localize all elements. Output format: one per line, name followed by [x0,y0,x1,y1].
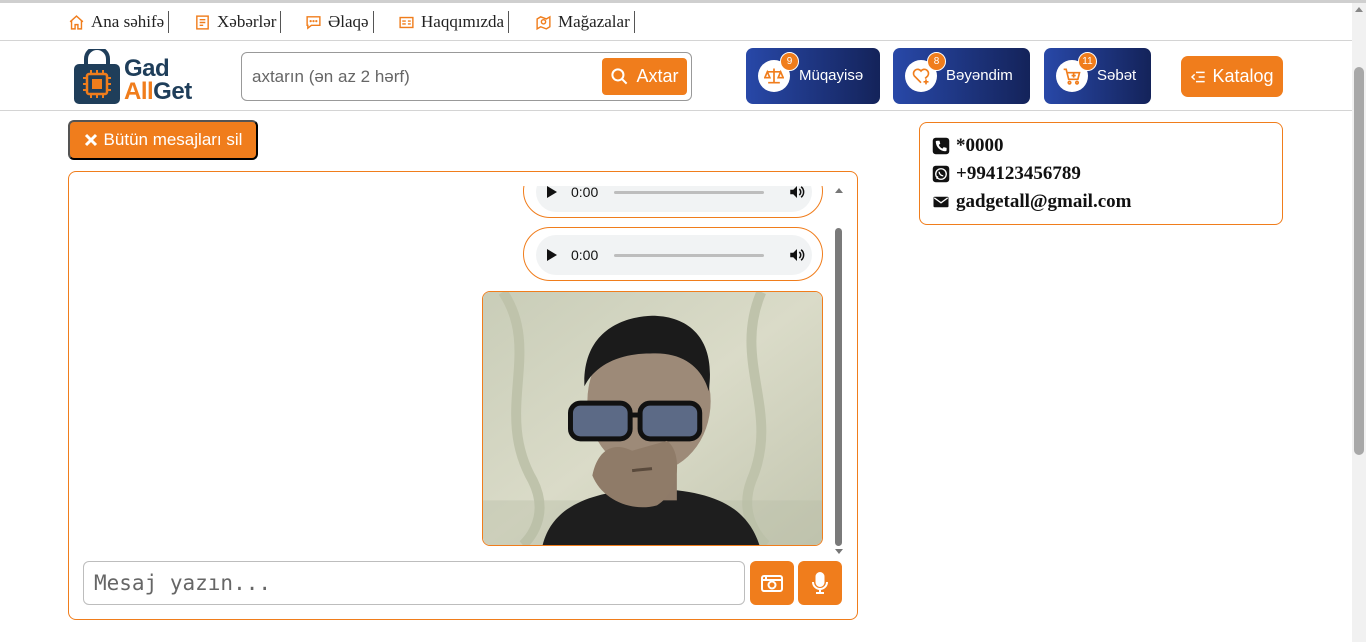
message-list-scrollbar[interactable] [834,186,844,556]
favorites-button-label: Bəyəndim [946,67,1013,84]
top-nav: Ana səhifə Xəbərlər Əlaqə Haqqımızda Mağ… [0,3,1352,41]
camera-button[interactable] [750,561,794,605]
menu-list-icon [1191,71,1206,82]
nav-item-home[interactable]: Ana səhifə [68,11,170,33]
volume-icon[interactable] [788,246,806,264]
page-scrollbar-thumb[interactable] [1354,67,1364,455]
nav-item-about[interactable]: Haqqımızda [398,11,510,33]
camera-icon [761,575,783,592]
audio-message: 0:00 [523,186,823,218]
play-icon[interactable] [547,186,557,198]
catalog-button-label: Katalog [1212,66,1274,86]
site-header: Gad AllGet Axtar 9 Müqayisə 8 Bəyəndim 1… [0,41,1352,111]
volume-icon[interactable] [788,186,806,201]
message-list[interactable]: 0:00 0:00 [69,186,844,556]
home-icon [69,14,84,30]
audio-time: 0:00 [571,247,599,263]
search-input[interactable] [252,63,592,91]
audio-time: 0:00 [571,186,599,200]
shopping-bag-chip-icon [74,49,120,104]
delete-all-messages-button[interactable]: Bütün mesajları sil [68,120,258,160]
cart-button-label: Səbət [1097,67,1137,84]
compare-button-label: Müqayisə [799,67,864,84]
image-message[interactable] [482,291,823,546]
email-address: gadgetall@gmail.com [956,191,1132,212]
audio-player[interactable]: 0:00 [536,235,812,275]
play-icon[interactable] [547,249,557,261]
nav-item-contact[interactable]: Əlaqə [305,11,374,33]
id-card-icon [399,16,414,28]
nav-item-label: Ana səhifə [91,12,165,31]
favorites-count-badge: 8 [927,52,946,71]
heart-plus-icon [912,68,930,85]
catalog-button[interactable]: Katalog [1181,56,1283,97]
cart-count-badge: 11 [1078,52,1097,71]
audio-progress-track[interactable] [614,191,764,194]
audio-progress-track[interactable] [614,254,764,257]
compare-count-badge: 9 [780,52,799,71]
microphone-button[interactable] [798,561,842,605]
search-icon [611,68,628,85]
nav-item-label: Mağazalar [558,12,630,31]
contact-phone[interactable]: *0000 [932,135,1004,157]
email-icon [933,196,949,208]
scale-icon [764,68,784,84]
chat-icon [306,15,321,30]
search-button-label: Axtar [636,66,679,86]
phone-icon [932,137,950,155]
audio-player[interactable]: 0:00 [536,186,812,212]
contact-info-box: *0000 +994123456789 gadgetall@gmail.com [919,122,1283,225]
close-icon [84,133,97,147]
contact-email[interactable]: gadgetall@gmail.com [932,191,1131,213]
microphone-icon [812,572,828,594]
search-button[interactable]: Axtar [602,58,687,95]
page-scrollbar[interactable] [1352,3,1366,642]
favorites-button[interactable]: 8 Bəyəndim [893,48,1030,104]
nav-item-label: Əlaqə [328,12,369,31]
news-icon [196,14,209,30]
search-bar: Axtar [241,52,692,101]
contact-whatsapp[interactable]: +994123456789 [932,163,1081,185]
delete-all-label: Bütün mesajları sil [103,130,243,149]
audio-message: 0:00 [523,227,823,281]
cart-icon [1063,68,1081,85]
scroll-down-arrow[interactable] [835,549,843,554]
compare-button[interactable]: 9 Müqayisə [746,48,880,104]
nav-item-stores[interactable]: Mağazalar [535,11,635,33]
whatsapp-icon [932,165,950,183]
phone-number: *0000 [956,135,1004,156]
nav-item-label: Xəbərlər [217,12,277,31]
cart-button[interactable]: 11 Səbət [1044,48,1151,104]
nav-item-label: Haqqımızda [421,12,505,31]
chat-window: 0:00 0:00 [68,171,858,620]
gadallget-logo[interactable]: Gad AllGet [72,49,202,107]
page-scroll-up-arrow[interactable] [1355,7,1363,12]
whatsapp-number: +994123456789 [956,163,1081,184]
nav-item-news[interactable]: Xəbərlər [194,11,282,33]
logo-text: AllGet [124,78,192,105]
scroll-up-arrow[interactable] [835,188,843,193]
store-map-icon [536,15,551,30]
scrollbar-thumb[interactable] [835,228,842,546]
message-input[interactable] [83,561,745,605]
webcam-photo [483,292,822,545]
